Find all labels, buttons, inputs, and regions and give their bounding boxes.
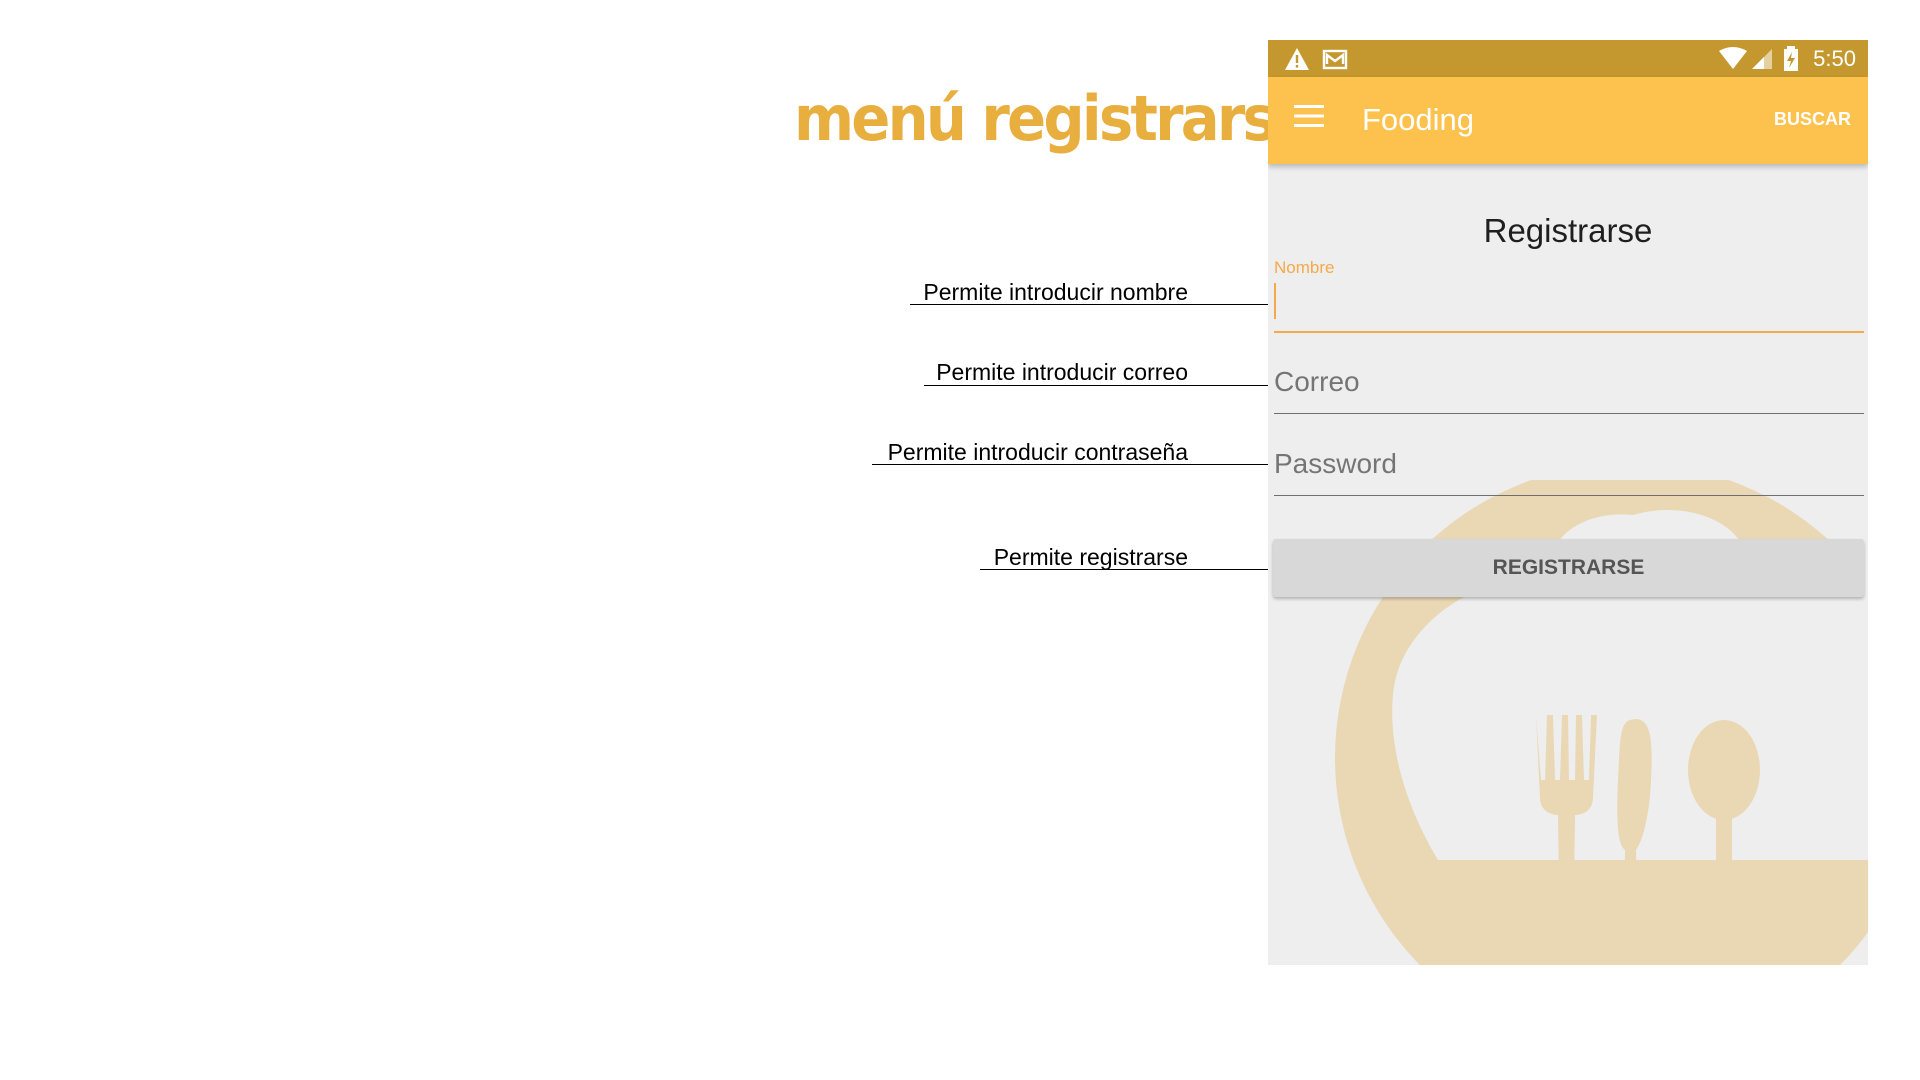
correo-field-underline — [1274, 413, 1864, 414]
phone-screen: 5:50 Fooding BUSCAR Registrarse Nombre C… — [1268, 40, 1868, 965]
nombre-field-label: Nombre — [1274, 258, 1335, 277]
nombre-field[interactable] — [1274, 281, 1854, 321]
battery-charging-icon — [1784, 46, 1798, 71]
annotation-registrarse: Permite registrarse — [993, 544, 1188, 570]
form-title: Registrarse — [1483, 212, 1653, 249]
signal-icon — [1752, 49, 1772, 69]
callout-line-password — [872, 464, 1290, 465]
search-action-button[interactable]: BUSCAR — [1774, 107, 1851, 131]
password-field-underline — [1274, 495, 1864, 496]
status-bar: 5:50 — [1268, 40, 1868, 77]
app-title: Fooding — [1362, 102, 1475, 137]
nombre-field-underline — [1274, 331, 1864, 333]
wifi-icon — [1719, 47, 1747, 69]
text-cursor — [1274, 283, 1276, 319]
register-button[interactable]: REGISTRARSE — [1273, 539, 1864, 597]
callout-line-registrarse — [980, 569, 1290, 570]
password-field[interactable] — [1274, 444, 1854, 484]
app-bar: Fooding BUSCAR — [1268, 77, 1868, 164]
hamburger-menu-icon[interactable] — [1294, 104, 1324, 128]
warning-icon — [1285, 48, 1309, 70]
callout-line-nombre — [910, 304, 1290, 305]
callout-line-correo — [924, 385, 1290, 386]
annotation-nombre: Permite introducir nombre — [923, 279, 1188, 305]
annotation-correo: Permite introducir correo — [936, 359, 1188, 385]
slide: menú registrarse Permite introducir nomb… — [0, 0, 1920, 1080]
annotation-password: Permite introducir contraseña — [887, 439, 1188, 465]
correo-field[interactable] — [1274, 362, 1854, 402]
slide-title: menú registrarse — [794, 82, 1313, 155]
gmail-icon — [1322, 49, 1348, 70]
status-time: 5:50 — [1813, 46, 1856, 71]
